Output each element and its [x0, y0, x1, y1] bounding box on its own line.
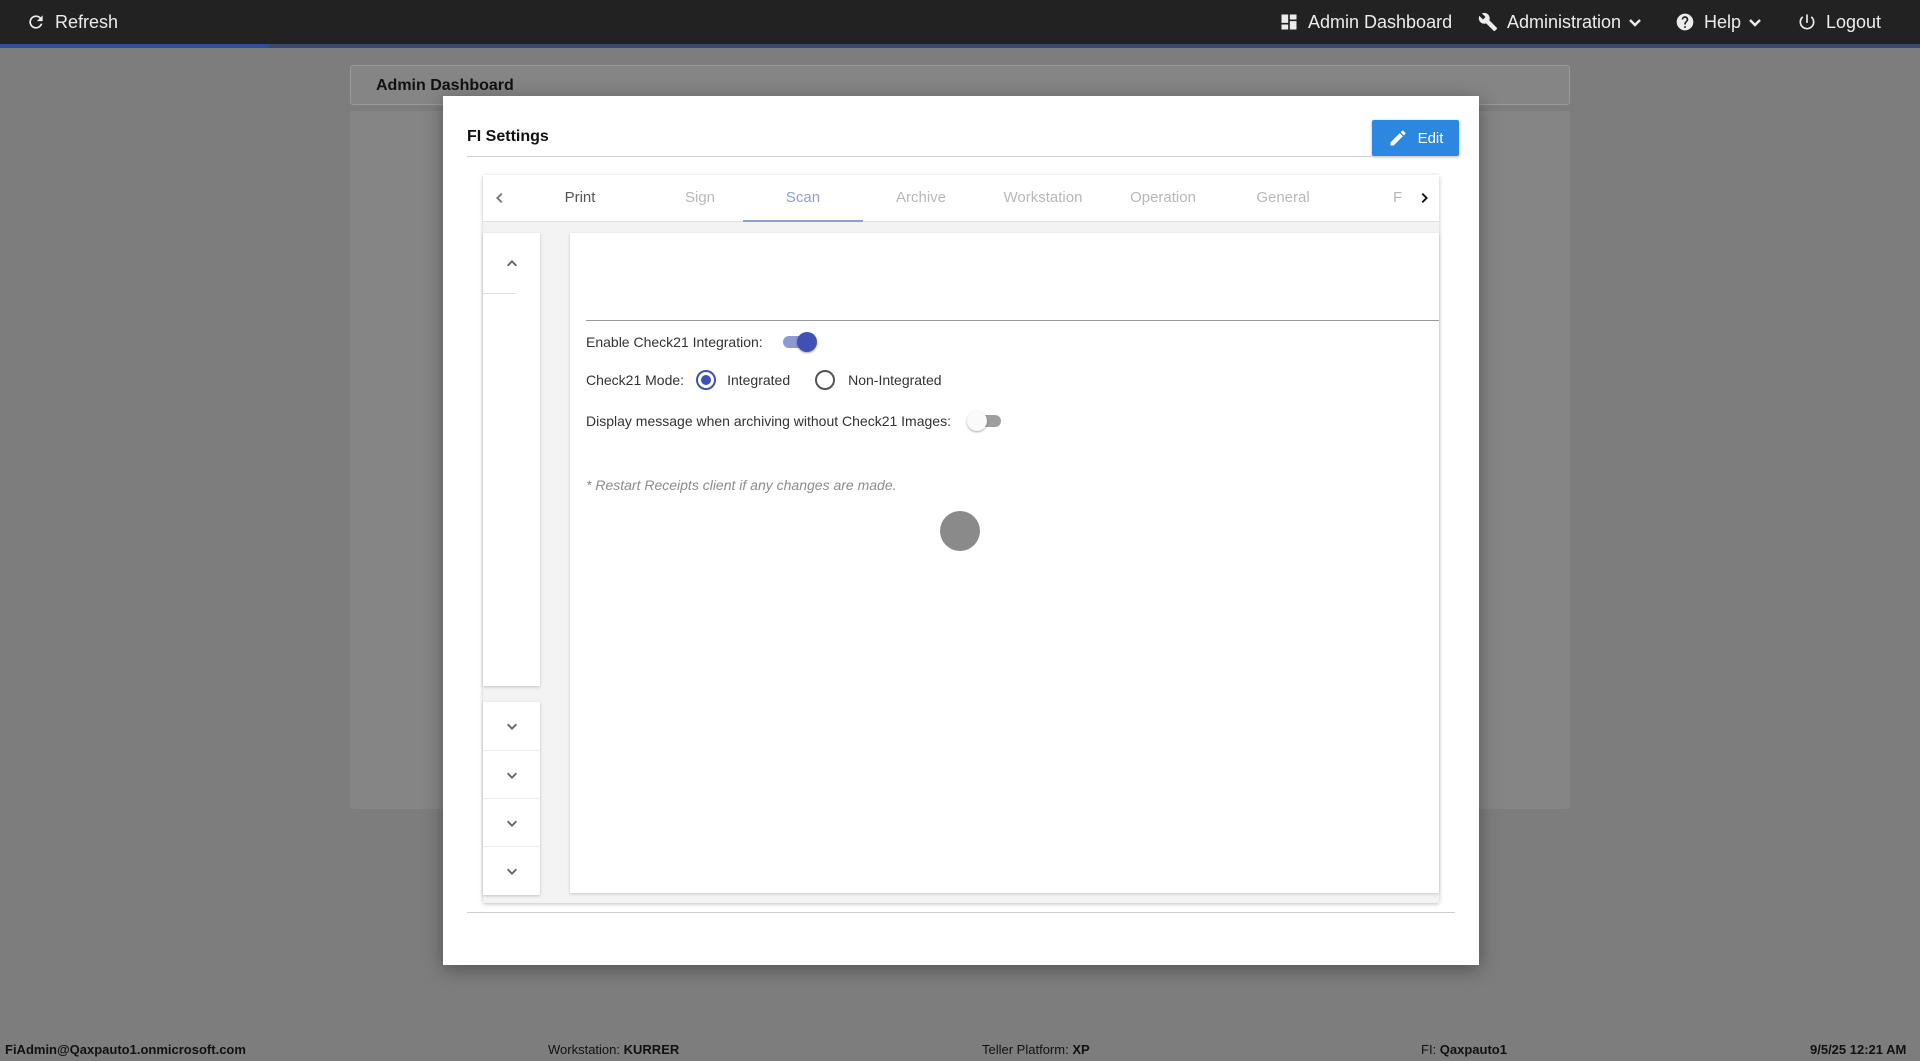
sidebar-expand-row[interactable]: [483, 750, 540, 798]
help-label: Help: [1704, 11, 1742, 32]
integrated-radio[interactable]: [696, 370, 717, 390]
enable-check21-toggle[interactable]: [781, 331, 817, 353]
settings-tabs: Print Sign Scan Archive Workstation Oper…: [483, 175, 1439, 222]
section-divider: [586, 320, 1439, 321]
chevron-left-icon: [496, 192, 503, 204]
admin-dashboard-label: Admin Dashboard: [1308, 11, 1453, 32]
tab-operation[interactable]: Operation: [1103, 175, 1223, 222]
chevron-up-icon: [506, 260, 517, 267]
sidebar-expand-row[interactable]: [483, 798, 540, 846]
tabs-scroll-right[interactable]: [1414, 187, 1434, 209]
integrated-radio-label[interactable]: Integrated: [727, 372, 790, 388]
loading-spinner: [940, 511, 980, 551]
wrench-icon: [1478, 12, 1498, 32]
toggle-knob: [966, 411, 987, 431]
tab-scan[interactable]: Scan: [743, 175, 863, 222]
non-integrated-radio[interactable]: [815, 370, 836, 390]
status-workstation: Workstation: KURRER: [548, 1042, 680, 1057]
non-integrated-radio-label[interactable]: Non-Integrated: [848, 372, 941, 388]
top-navbar: Refresh Admin Dashboard Administration H…: [0, 0, 1920, 44]
loading-progress-fill: [0, 44, 269, 48]
pencil-icon: [1390, 130, 1406, 146]
admin-dashboard-link[interactable]: Admin Dashboard: [1279, 0, 1452, 44]
status-fi: FI: Qaxpauto1: [1421, 1042, 1507, 1057]
tab-sign[interactable]: Sign: [640, 175, 760, 222]
logout-label: Logout: [1826, 11, 1882, 32]
tab-print[interactable]: Print: [520, 175, 640, 222]
toggle-knob: [796, 332, 817, 352]
dashboard-icon: [1281, 14, 1297, 30]
power-icon: [1799, 14, 1815, 30]
chevron-down-icon: [506, 772, 517, 779]
dialog-footer-divider: [467, 912, 1455, 913]
enable-check21-row: Enable Check21 Integration:: [586, 331, 817, 353]
restart-note: * Restart Receipts client if any changes…: [586, 477, 897, 493]
refresh-icon: [29, 15, 43, 29]
tab-archive[interactable]: Archive: [861, 175, 981, 222]
loading-progress-bar: [0, 44, 1920, 48]
display-message-label: Display message when archiving without C…: [586, 413, 951, 429]
check21-mode-label: Check21 Mode:: [586, 372, 685, 388]
administration-menu[interactable]: Administration: [1478, 0, 1643, 44]
title-divider: [467, 156, 1455, 157]
edit-label: Edit: [1417, 129, 1444, 147]
chevron-down-icon: [1749, 19, 1761, 27]
refresh-button[interactable]: Refresh: [26, 0, 118, 44]
enable-check21-label: Enable Check21 Integration:: [586, 334, 763, 350]
sidebar-bottom-panel: [483, 702, 540, 895]
status-user: FiAdmin@Qaxpauto1.onmicrosoft.com: [5, 1042, 246, 1057]
page-title: Admin Dashboard: [376, 77, 514, 94]
sidebar-top-panel: [483, 233, 540, 686]
status-teller-platform: Teller Platform: XP: [982, 1042, 1090, 1057]
help-menu[interactable]: Help: [1675, 0, 1763, 44]
chevron-down-icon: [506, 868, 517, 875]
refresh-label: Refresh: [55, 11, 119, 32]
logout-button[interactable]: Logout: [1797, 0, 1881, 44]
sidebar-collapse-button[interactable]: [483, 249, 540, 279]
scan-settings-card: Enable Check21 Integration: Check21 Mode…: [570, 233, 1439, 893]
tabs-scroll-left[interactable]: [490, 187, 510, 209]
edit-button[interactable]: Edit: [1372, 120, 1459, 156]
display-message-row: Display message when archiving without C…: [586, 410, 1003, 432]
tab-general[interactable]: General: [1223, 175, 1343, 222]
administration-label: Administration: [1507, 11, 1622, 32]
chevron-down-icon: [506, 723, 517, 730]
chevron-right-icon: [1421, 192, 1428, 204]
chevron-down-icon: [506, 820, 517, 827]
tab-workstation[interactable]: Workstation: [983, 175, 1103, 222]
status-bar: FiAdmin@Qaxpauto1.onmicrosoft.com Workst…: [0, 1038, 1920, 1061]
chevron-down-icon: [1629, 19, 1641, 27]
display-message-toggle[interactable]: [966, 410, 1003, 432]
dialog-title: FI Settings: [467, 128, 549, 145]
sidebar-expand-row[interactable]: [483, 702, 540, 750]
status-datetime: 9/5/25 12:21 AM: [1810, 1042, 1907, 1057]
help-icon: [1676, 13, 1694, 31]
check21-mode-row: Check21 Mode: Integrated Non-Integrated: [586, 370, 942, 390]
sidebar-divider: [483, 293, 516, 294]
sidebar-expand-row[interactable]: [483, 846, 540, 894]
